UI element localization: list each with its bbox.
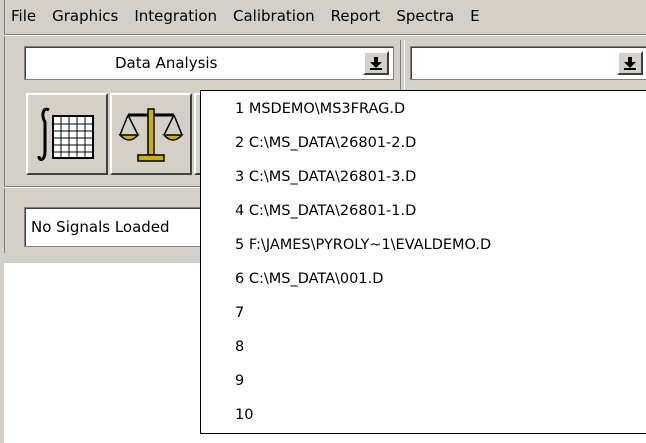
list-item[interactable]: 8: [235, 339, 244, 355]
signals-text: No Signals Loaded: [31, 218, 170, 236]
list-item[interactable]: 4 C:\MS_DATA\26801-1.D: [235, 203, 416, 219]
calibration-button[interactable]: [110, 93, 192, 175]
down-arrow-icon: [624, 57, 636, 70]
list-item[interactable]: 6 C:\MS_DATA\001.D: [235, 271, 383, 287]
file-select-dropdown-button[interactable]: [617, 51, 643, 75]
view-select-value: Data Analysis: [115, 54, 218, 72]
view-select-dropdown-button[interactable]: [363, 51, 389, 75]
menu-integration[interactable]: Integration: [125, 7, 224, 25]
menu-truncated[interactable]: E: [461, 7, 486, 25]
menu-file[interactable]: File: [8, 7, 43, 25]
list-item[interactable]: 9: [235, 373, 244, 389]
view-select[interactable]: Data Analysis: [24, 46, 394, 80]
integrate-button[interactable]: [26, 93, 108, 175]
down-arrow-icon: [370, 57, 382, 70]
app-window: File Graphics Integration Calibration Re…: [0, 0, 646, 443]
file-select[interactable]: [410, 46, 646, 80]
menu-report[interactable]: Report: [322, 7, 388, 25]
menu-calibration[interactable]: Calibration: [224, 7, 322, 25]
list-item[interactable]: 1 MSDEMO\MS3FRAG.D: [235, 101, 405, 117]
menu-graphics[interactable]: Graphics: [43, 7, 125, 25]
menu-separator: [4, 34, 646, 36]
list-item[interactable]: 2 C:\MS_DATA\26801-2.D: [235, 135, 416, 151]
integrate-table-icon: [37, 107, 94, 161]
panel-bottom-strip: [4, 253, 204, 263]
balance-scale-icon: [118, 108, 184, 162]
list-item[interactable]: 7: [235, 305, 244, 321]
list-item[interactable]: 3 C:\MS_DATA\26801-3.D: [235, 169, 416, 185]
recent-files-dropdown: 1 MSDEMO\MS3FRAG.D 2 C:\MS_DATA\26801-2.…: [200, 90, 646, 434]
list-item[interactable]: 5 F:\JAMES\PYROLY~1\EVALDEMO.D: [235, 237, 491, 253]
menu-spectra[interactable]: Spectra: [387, 7, 461, 25]
toolbar-separator: [4, 186, 204, 188]
menu-bar: File Graphics Integration Calibration Re…: [8, 0, 646, 32]
list-item[interactable]: 10: [235, 407, 253, 423]
